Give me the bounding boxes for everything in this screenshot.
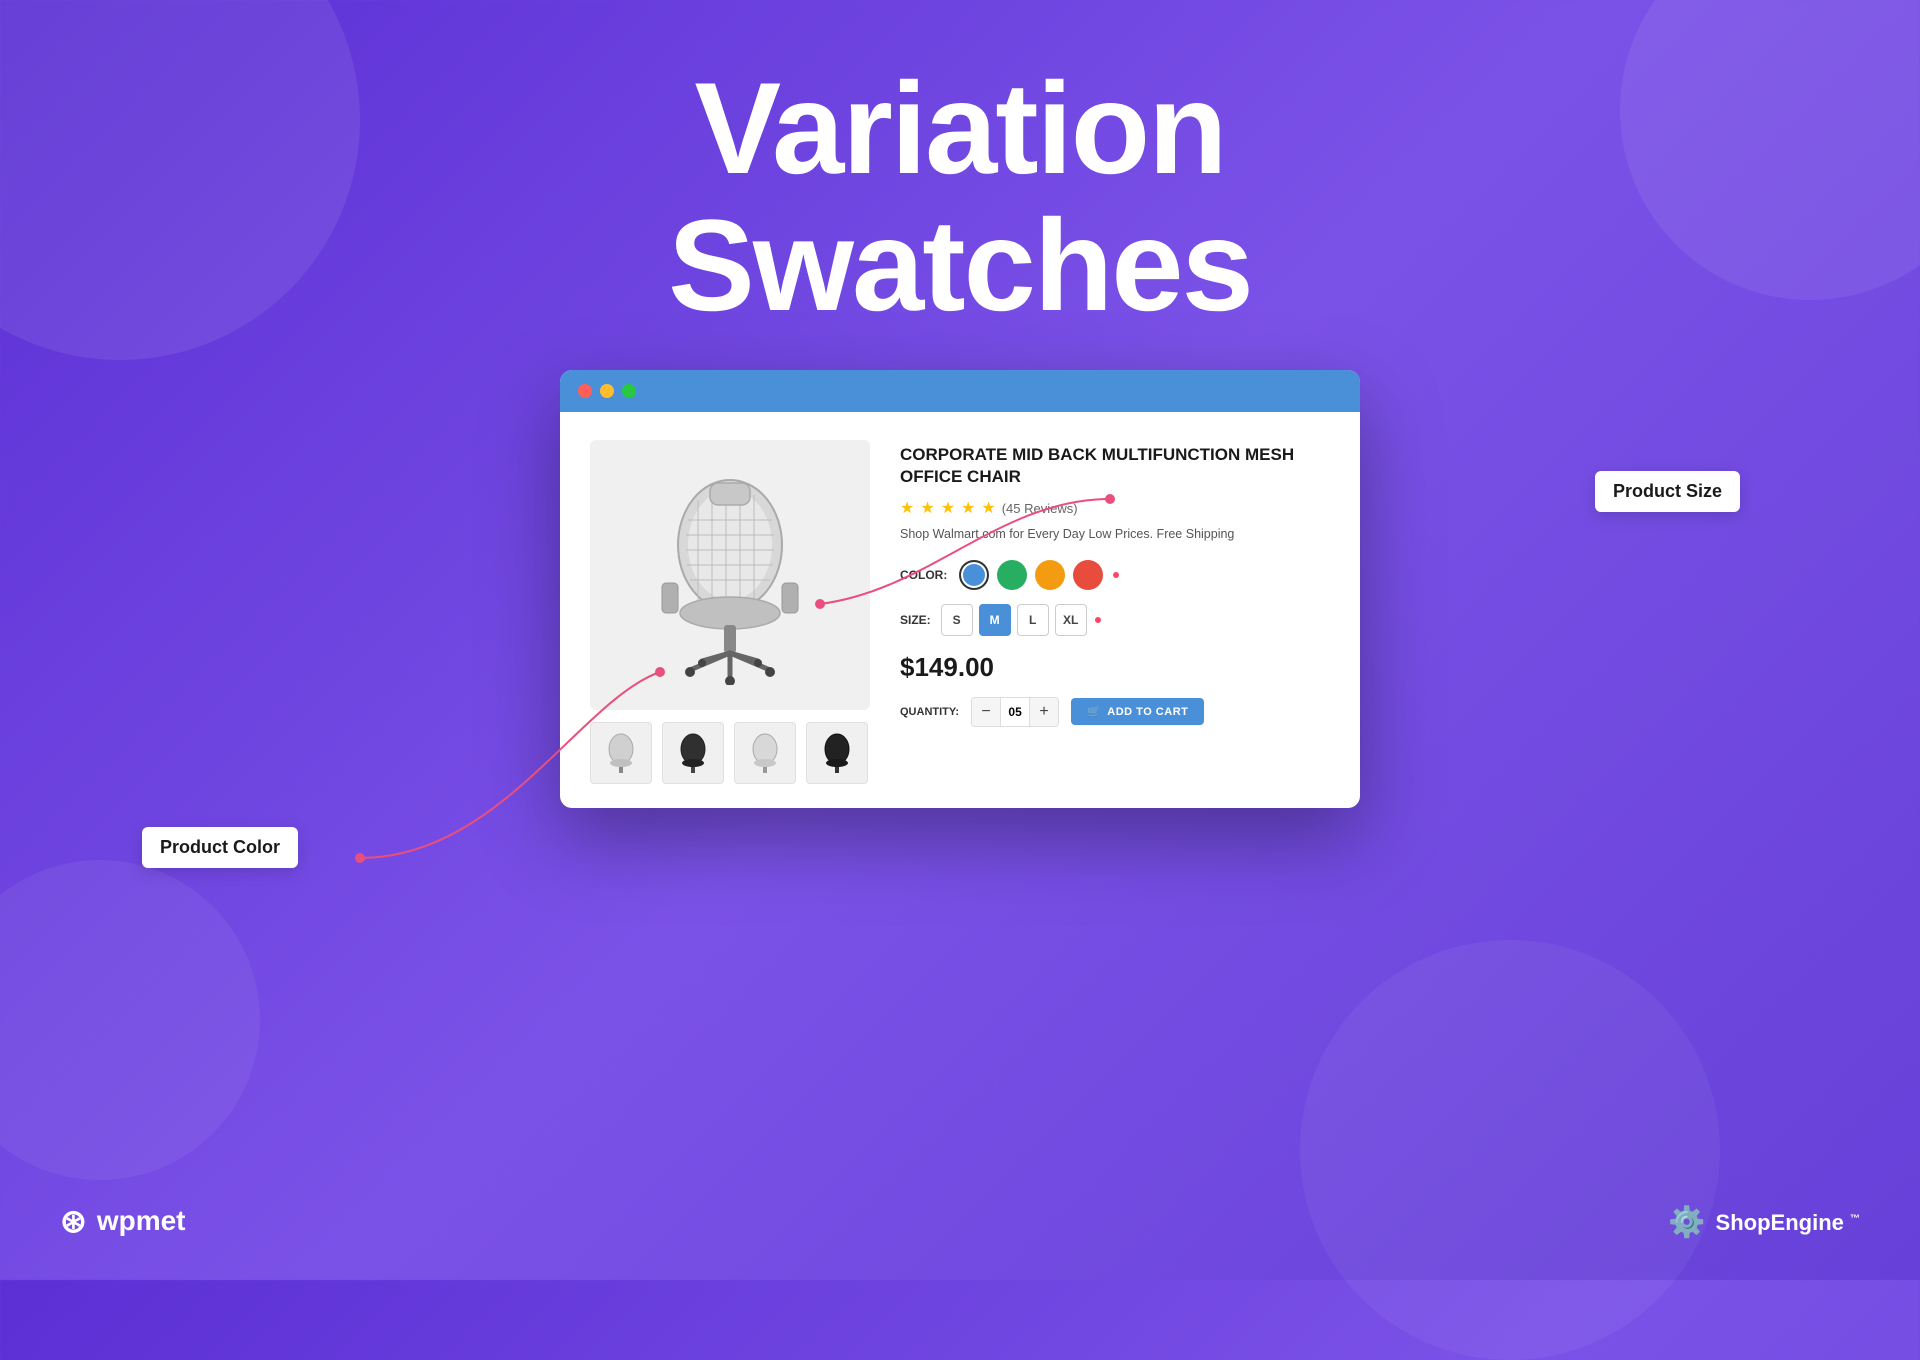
size-label: SIZE: (900, 613, 931, 627)
size-indicator-dot (1095, 617, 1101, 623)
quantity-value: 05 (1000, 698, 1030, 726)
color-swatch-green[interactable] (997, 560, 1027, 590)
size-btn-xl[interactable]: XL (1055, 604, 1087, 636)
size-row: SIZE: S M L XL (900, 604, 1330, 636)
color-swatch-blue[interactable] (959, 560, 989, 590)
quantity-controls: − 05 + (971, 697, 1059, 727)
size-btn-s[interactable]: S (941, 604, 973, 636)
star-5: ★ (981, 498, 995, 518)
reviews-count: (45 Reviews) (1002, 501, 1078, 516)
thumbnail-3[interactable] (734, 722, 796, 784)
quantity-decrease-button[interactable]: − (972, 698, 1000, 726)
color-swatch-row: COLOR: (900, 560, 1330, 590)
thumbnail-row (590, 722, 870, 784)
product-info: CORPORATE MID BACK MULTIFUNCTION MESH OF… (900, 440, 1330, 784)
browser-titlebar (560, 370, 1360, 412)
callout-product-color: Product Color (142, 827, 298, 868)
color-swatch-red[interactable] (1073, 560, 1103, 590)
callout-product-size: Product Size (1595, 471, 1740, 512)
star-3: ★ (941, 498, 955, 518)
cart-row: QUANTITY: − 05 + 🛒 ADD TO CART (900, 697, 1330, 727)
bg-circle-bl (0, 860, 260, 1180)
thumbnail-2[interactable] (662, 722, 724, 784)
shopengine-label: ShopEngine ™ (1716, 1210, 1860, 1236)
color-indicator-dot (1113, 572, 1119, 578)
size-btn-m[interactable]: M (979, 604, 1011, 636)
shopengine-icon: ⚙️ (1668, 1205, 1705, 1240)
wpmet-icon: ⊛ (60, 1202, 87, 1240)
thumbnail-4[interactable] (806, 722, 868, 784)
product-description: Shop Walmart.com for Every Day Low Price… (900, 526, 1330, 544)
cart-icon: 🛒 (1087, 705, 1101, 718)
window-maximize-dot[interactable] (622, 384, 636, 398)
product-image-section (590, 440, 870, 784)
footer-left-logo: ⊛ wpmet (60, 1202, 186, 1240)
footer-right-logo: ⚙️ ShopEngine ™ (1668, 1205, 1860, 1240)
add-to-cart-button[interactable]: 🛒 ADD TO CART (1071, 698, 1204, 725)
browser-window: CORPORATE MID BACK MULTIFUNCTION MESH OF… (560, 370, 1360, 808)
window-close-dot[interactable] (578, 384, 592, 398)
quantity-increase-button[interactable]: + (1030, 698, 1058, 726)
hero-title: Variation Swatches (0, 60, 1920, 333)
star-2: ★ (920, 498, 934, 518)
product-title: CORPORATE MID BACK MULTIFUNCTION MESH OF… (900, 444, 1330, 488)
window-minimize-dot[interactable] (600, 384, 614, 398)
color-swatch-orange[interactable] (1035, 560, 1065, 590)
color-label: COLOR: (900, 568, 947, 582)
star-1: ★ (900, 498, 914, 518)
bg-circle-br (1300, 940, 1720, 1360)
browser-content: CORPORATE MID BACK MULTIFUNCTION MESH OF… (560, 412, 1360, 808)
wpmet-label: wpmet (97, 1205, 186, 1237)
size-btn-l[interactable]: L (1017, 604, 1049, 636)
product-price: $149.00 (900, 652, 1330, 683)
stars-row: ★ ★ ★ ★ ★ (45 Reviews) (900, 498, 1330, 518)
star-4: ★ (961, 498, 975, 518)
quantity-label: QUANTITY: (900, 706, 959, 718)
main-product-image (590, 440, 870, 710)
add-to-cart-label: ADD TO CART (1107, 706, 1188, 718)
thumbnail-1[interactable] (590, 722, 652, 784)
